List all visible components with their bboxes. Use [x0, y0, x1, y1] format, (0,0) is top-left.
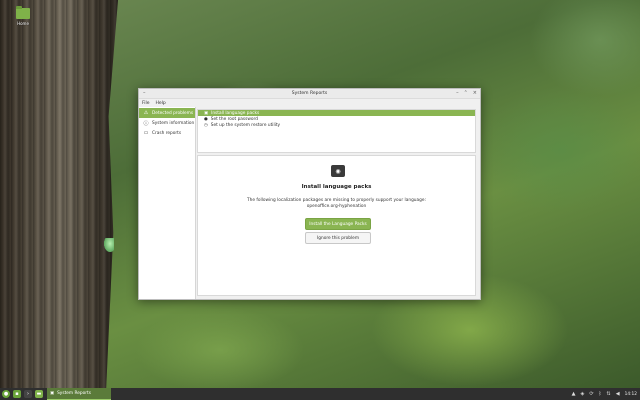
detail-title: Install language packs	[301, 184, 372, 190]
taskbar-item-system-reports[interactable]: ▣ System Reports	[47, 388, 111, 400]
desktop-icon-home[interactable]: Home	[8, 6, 38, 26]
system-reports-window: – System Reports – ⌃ × File Help ⚠ Detec…	[138, 88, 481, 300]
notifications-icon[interactable]: ▲	[572, 391, 576, 397]
clock-icon: ◷	[204, 122, 208, 128]
maximize-icon[interactable]: ⌃	[464, 90, 468, 96]
files-icon[interactable]: ▬	[35, 390, 43, 398]
sidebar-item-label: Crash reports	[152, 130, 182, 136]
folder-icon	[16, 6, 30, 19]
content-pane: ▣ Install language packs ● Set the root …	[196, 107, 480, 299]
titlebar: – System Reports – ⌃ ×	[139, 89, 480, 99]
sprout	[104, 238, 114, 252]
window-title: System Reports	[291, 91, 328, 96]
app-icon: ▣	[50, 391, 55, 396]
monitor-icon: ▭	[143, 130, 149, 136]
terminal-icon[interactable]: ›	[24, 390, 32, 398]
menu-start-icon[interactable]: ●	[2, 390, 10, 398]
taskbar: ● ▪ › ▬ ▣ System Reports ▲ ◈ ⟳ ᛒ ⇅ ◀ 14:…	[0, 388, 640, 400]
list-item-label: Install language packs	[211, 110, 260, 116]
detail-description: The following localization packages are …	[247, 198, 426, 209]
list-item-label: Set the root password	[210, 116, 258, 122]
language-package-icon: ◉	[331, 165, 345, 177]
problems-list: ▣ Install language packs ● Set the root …	[197, 109, 476, 153]
sidebar-item-system-information[interactable]: ⓘ System information	[139, 118, 195, 128]
sidebar-item-detected-problems[interactable]: ⚠ Detected problems	[139, 108, 195, 118]
desktop-icon-label: Home	[17, 21, 29, 26]
sidebar-item-label: System information	[152, 120, 195, 126]
menu-file[interactable]: File	[142, 101, 150, 106]
info-icon: ⓘ	[143, 120, 149, 127]
lock-icon: ●	[204, 116, 208, 122]
sidebar-item-crash-reports[interactable]: ▭ Crash reports	[139, 128, 195, 138]
list-item[interactable]: ◷ Set up the system restore utility	[198, 122, 475, 128]
volume-icon[interactable]: ◀	[616, 391, 620, 397]
shield-icon[interactable]: ◈	[580, 391, 584, 397]
problem-detail: ◉ Install language packs The following l…	[197, 155, 476, 296]
minimize-icon[interactable]: –	[456, 90, 459, 96]
ignore-problem-button[interactable]: Ignore this problem	[305, 232, 371, 244]
system-tray: ▲ ◈ ⟳ ᛒ ⇅ ◀ 14:12	[572, 388, 637, 400]
clock[interactable]: 14:12	[625, 392, 637, 397]
menubar: File Help	[139, 99, 480, 107]
list-item-label: Set up the system restore utility	[210, 122, 281, 128]
taskbar-item-label: System Reports	[57, 391, 91, 396]
network-icon[interactable]: ⇅	[607, 391, 611, 397]
install-language-packs-button[interactable]: Install the Language Packs	[305, 218, 371, 230]
menu-help[interactable]: Help	[156, 101, 166, 106]
tree-trunk	[0, 0, 118, 388]
update-icon[interactable]: ⟳	[589, 391, 593, 397]
sidebar-item-label: Detected problems	[152, 110, 194, 116]
sidebar: ⚠ Detected problems ⓘ System information…	[139, 107, 196, 299]
show-desktop-icon[interactable]: ▪	[13, 390, 21, 398]
close-icon[interactable]: ×	[473, 90, 477, 96]
warning-icon: ⚠	[143, 110, 149, 116]
package-icon: ▣	[204, 110, 209, 116]
bluetooth-icon[interactable]: ᛒ	[599, 391, 602, 397]
